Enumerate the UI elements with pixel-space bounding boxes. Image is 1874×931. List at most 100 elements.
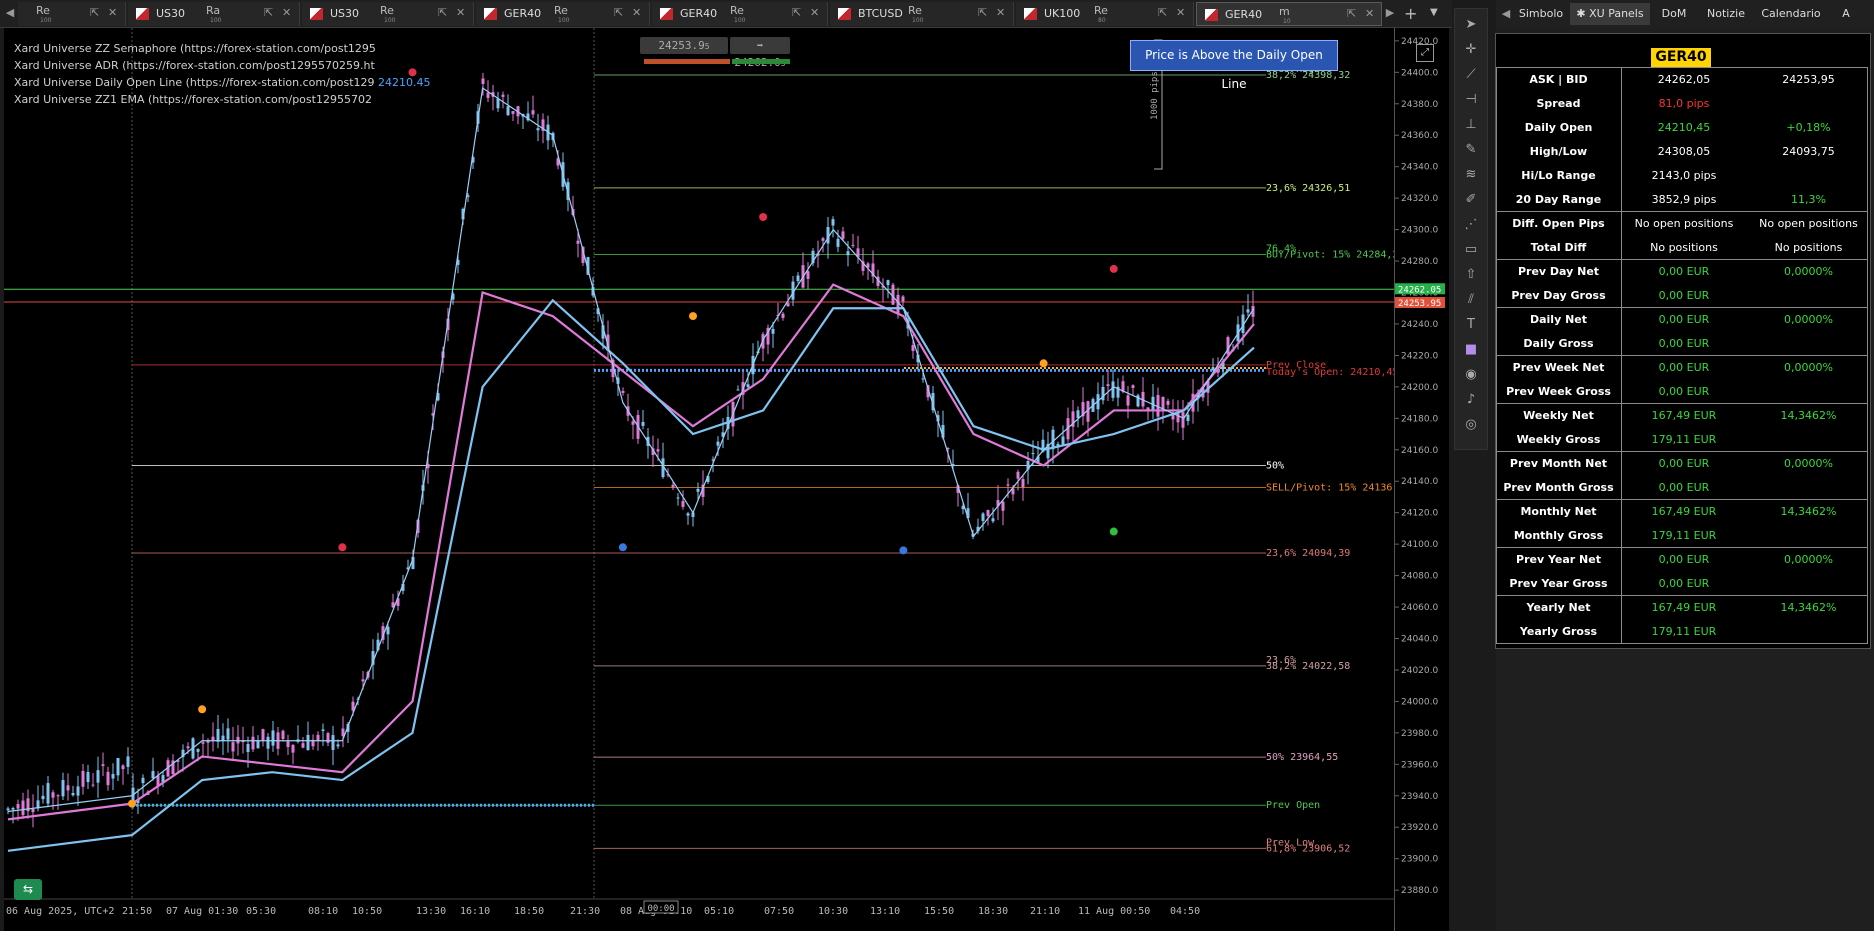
price-tick: 23920.0 xyxy=(1401,823,1438,833)
arrow-right-icon: ➡ xyxy=(756,39,764,52)
chart-tab-8[interactable]: GER40 m 10 ⇱ ✕ xyxy=(1196,2,1382,26)
panel-row-value: 179,11 EUR xyxy=(1651,433,1717,446)
candle xyxy=(46,776,50,808)
tab-dom[interactable]: DoM xyxy=(1654,3,1694,25)
panel-row-label: Total Diff xyxy=(1530,241,1587,254)
popout-icon[interactable]: ⇱ xyxy=(792,6,801,19)
legend-zz1-ema: Xard Universe ZZ1 EMA (https://forex-sta… xyxy=(14,93,372,106)
time-label: 05:10 xyxy=(704,906,734,917)
time-label: 07 Aug 01:30 xyxy=(166,906,238,917)
panel-row-value: 0,00 EUR xyxy=(1658,313,1710,326)
chart-tab-3[interactable]: US30 Re 100 ⇱ ✕ xyxy=(302,2,474,26)
chart-tab-5[interactable]: GER40 Re 100 ⇱ ✕ xyxy=(652,2,828,26)
bid-chip[interactable]: 24253.95 xyxy=(640,37,728,54)
price-tick: 24120.0 xyxy=(1401,509,1438,519)
close-icon[interactable]: ✕ xyxy=(810,6,819,19)
fib-fan-icon[interactable]: ⫽ xyxy=(1455,290,1487,310)
tab-more[interactable]: A xyxy=(1836,3,1856,25)
candle xyxy=(801,252,805,289)
right-tabs-scroll-left-icon[interactable]: ◀ xyxy=(1498,6,1514,22)
chart-tab-1[interactable]: Re 100 ⇱ ✕ xyxy=(18,2,126,26)
tab-calendario[interactable]: Calendario xyxy=(1756,3,1826,25)
tab-simbolo[interactable]: Simbolo xyxy=(1516,3,1566,25)
brush-icon[interactable]: ✐ xyxy=(1455,190,1487,210)
pencil-icon[interactable]: ✎ xyxy=(1455,140,1487,160)
popout-icon[interactable]: ⇱ xyxy=(978,6,987,19)
rectangle-icon[interactable]: ▭ xyxy=(1455,240,1487,260)
fib-icon[interactable]: ≋ xyxy=(1455,165,1487,185)
tab-timeframe: Re 100 xyxy=(380,4,396,24)
tab-notizie[interactable]: Notizie xyxy=(1701,3,1751,25)
bell-icon[interactable]: ♪ xyxy=(1455,390,1487,410)
replay-icon[interactable]: ◎ xyxy=(1455,415,1487,435)
popout-icon[interactable]: ⇱ xyxy=(438,6,447,19)
panel-row: 20 Day Range 3852,9 pips 11,3% xyxy=(1496,188,1870,212)
chart-tab-6[interactable]: BTCUSD Re 100 ⇱ ✕ xyxy=(830,2,1014,26)
panel-row-value: 167,49 EUR xyxy=(1651,409,1717,422)
close-icon[interactable]: ✕ xyxy=(456,6,465,19)
panel-row-label: Daily Gross xyxy=(1523,337,1594,350)
tab-timeframe: Re 100 xyxy=(908,4,924,24)
trendline-icon[interactable]: ⟋ xyxy=(1455,65,1487,85)
panel-row-label: Prev Year Net xyxy=(1516,553,1601,566)
scroll-left-icon[interactable]: ◀ xyxy=(2,5,18,21)
pointer-icon[interactable]: ➤ xyxy=(1455,15,1487,35)
chart-tab-2[interactable]: US30 Ra 100 ⇱ ✕ xyxy=(128,2,300,26)
popout-icon[interactable]: ⇱ xyxy=(90,6,99,19)
camera-icon[interactable]: ◉ xyxy=(1455,365,1487,385)
candle xyxy=(626,393,630,422)
hline-icon[interactable]: ⊣ xyxy=(1455,90,1487,110)
color-icon[interactable]: ■ xyxy=(1455,340,1487,360)
candle xyxy=(891,282,895,305)
popout-icon[interactable]: ⇱ xyxy=(1347,7,1356,20)
candle xyxy=(871,250,875,284)
chart-tab-7[interactable]: UK100 Re 80 ⇱ ✕ xyxy=(1016,2,1194,26)
popout-icon[interactable]: ⇱ xyxy=(264,6,273,19)
close-icon[interactable]: ✕ xyxy=(108,6,117,19)
price-chart[interactable]: 38,2% 24398,32Prev High23,6% 24326,51BUY… xyxy=(4,28,1448,931)
close-icon[interactable]: ✕ xyxy=(996,6,1005,19)
scroll-right-icon[interactable]: ▶ xyxy=(1382,5,1398,21)
ask-chip[interactable]: ➡ 24262.05 xyxy=(730,37,790,69)
panel-row: Prev Month Net 0,00 EUR 0,0000% xyxy=(1496,452,1870,476)
panel-row: Yearly Gross 179,11 EUR xyxy=(1496,620,1870,644)
popout-icon[interactable]: ⇱ xyxy=(1158,6,1167,19)
chart-tab-4[interactable]: GER40 Re 100 ⇱ ✕ xyxy=(476,2,650,26)
drawing-toolbar: ➤ ✛ ⟋ ⊣ ⊥ ✎ ≋ ✐ ⋰ ▭ ⇧ ⫽ T ■ ◉ ♪ ◎ xyxy=(1454,8,1488,450)
panel-row-label: Prev Week Net xyxy=(1512,361,1605,374)
panel-row-value: 0,00 EUR xyxy=(1658,457,1710,470)
candle xyxy=(1156,387,1160,431)
close-icon[interactable]: ✕ xyxy=(282,6,291,19)
candle xyxy=(511,111,515,122)
tab-symbol: BTCUSD xyxy=(858,7,903,20)
close-icon[interactable]: ✕ xyxy=(1176,6,1185,19)
crosshair-icon[interactable]: ✛ xyxy=(1455,40,1487,60)
chart-canvas[interactable]: 38,2% 24398,32Prev High23,6% 24326,51BUY… xyxy=(4,28,1448,931)
text-icon[interactable]: T xyxy=(1455,315,1487,335)
candle xyxy=(686,511,690,525)
fib-level-label: SELL/Pivot: 15% 24136, xyxy=(1266,483,1398,494)
channel-icon[interactable]: ⋰ xyxy=(1455,215,1487,235)
candle xyxy=(516,105,520,125)
vline-icon[interactable]: ⊥ xyxy=(1455,115,1487,135)
semaphore-marker xyxy=(689,312,697,321)
fib-level-label: 50% 23964,55 xyxy=(1266,752,1338,763)
arrow-icon[interactable]: ⇧ xyxy=(1455,265,1487,285)
close-icon[interactable]: ✕ xyxy=(1365,7,1374,20)
tab-xu-panels[interactable]: ✱ XU Panels xyxy=(1570,3,1650,25)
candle xyxy=(996,485,1000,521)
fib-level-label: 23,6% 24326,51 xyxy=(1266,183,1350,194)
panel-row: Total Diff No positions No positions xyxy=(1496,236,1870,260)
candle xyxy=(736,385,740,391)
candle xyxy=(311,734,315,750)
semaphore-marker xyxy=(1109,527,1118,536)
price-axis[interactable]: 24420.0 24400.0 24380.0 24360.0 24340.0 24320… xyxy=(1394,28,1449,931)
puzzle-icon: ✱ xyxy=(1576,7,1590,20)
candle xyxy=(1166,398,1170,409)
new-tab-icon[interactable]: + xyxy=(1404,4,1417,23)
close-icon[interactable]: ✕ xyxy=(632,6,641,19)
expand-icon[interactable]: ⤢ xyxy=(1416,44,1434,62)
popout-icon[interactable]: ⇱ xyxy=(614,6,623,19)
tab-list-chevron-icon[interactable]: ▼ xyxy=(1430,7,1438,18)
trade-icon[interactable]: ⇆ xyxy=(14,879,42,900)
